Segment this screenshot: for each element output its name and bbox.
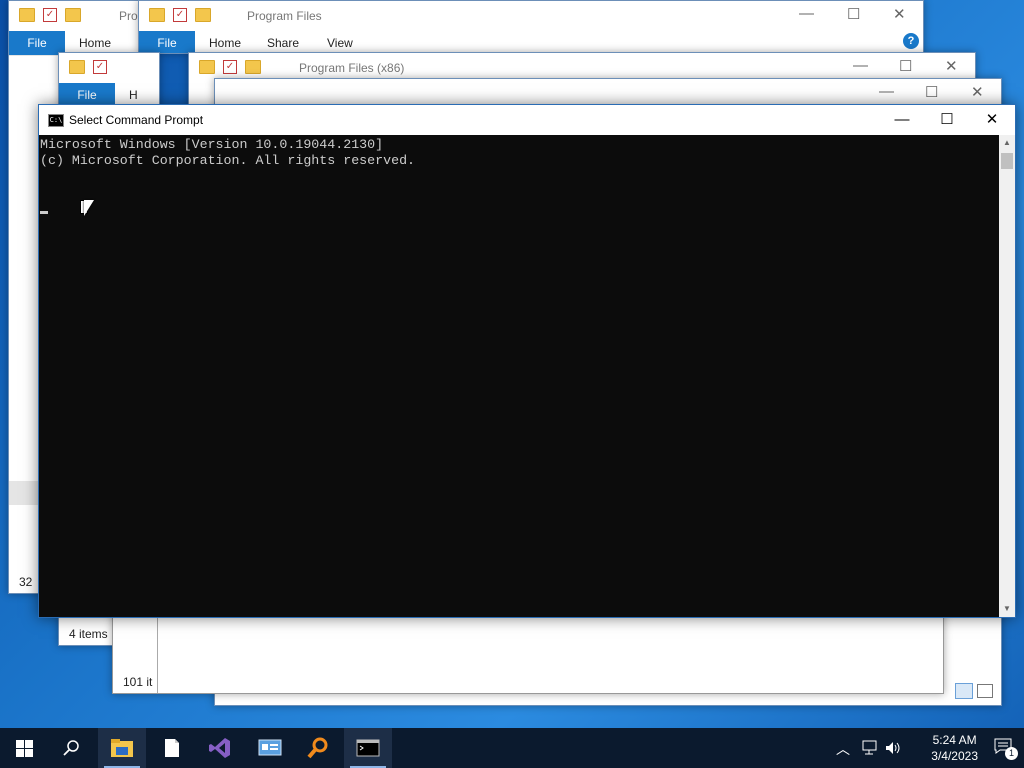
close-button[interactable]: ✕ — [969, 108, 1015, 132]
explorer-titlebar[interactable]: ✓ Pro — [9, 1, 139, 31]
close-button[interactable]: ✕ — [945, 57, 958, 75]
window-title: Program Files (x86) — [299, 61, 405, 75]
item-count: 32 — [19, 575, 33, 589]
chevron-up-icon[interactable]: ︿ — [836, 739, 850, 759]
close-button[interactable]: ✕ — [971, 83, 984, 101]
mouse-pointer — [84, 200, 94, 216]
desktop: ✓ Pro File Home 32 ✓ Program Files — ☐ ✕… — [0, 0, 1024, 728]
ribbon: File Home Share View ? — [139, 31, 923, 53]
properties-icon[interactable]: ✓ — [173, 8, 187, 22]
magnifier-icon — [307, 737, 328, 759]
explorer-titlebar[interactable]: ✓ — [59, 53, 159, 83]
taskbar-command-prompt[interactable] — [344, 728, 392, 768]
tab-home[interactable]: Home — [209, 36, 241, 50]
volume-icon[interactable] — [884, 740, 902, 756]
console-line: (c) Microsoft Corporation. All rights re… — [40, 153, 416, 168]
tab-home[interactable]: Home — [79, 36, 111, 50]
folder-icon — [19, 8, 35, 22]
taskbar-visual-studio[interactable] — [196, 728, 244, 768]
network-icon[interactable] — [860, 740, 878, 756]
clock[interactable]: 5:24 AM 3/4/2023 — [931, 732, 978, 764]
file-tab[interactable]: File — [9, 31, 65, 55]
command-prompt-icon — [356, 739, 380, 757]
taskbar-file-explorer[interactable] — [98, 728, 146, 768]
clock-time: 5:24 AM — [932, 733, 977, 747]
help-icon[interactable]: ? — [903, 33, 919, 49]
vertical-scrollbar[interactable]: ▲ ▼ — [999, 135, 1015, 617]
tab-share[interactable]: Share — [267, 36, 299, 50]
view-toggle[interactable] — [955, 683, 995, 699]
notification-center-button[interactable]: 1 — [994, 738, 1018, 760]
tab-home[interactable]: H — [129, 88, 138, 102]
new-folder-icon[interactable] — [245, 60, 261, 74]
scroll-down-arrow[interactable]: ▼ — [999, 601, 1015, 617]
large-icons-view-icon[interactable] — [977, 684, 993, 698]
notification-badge: 1 — [1005, 747, 1018, 760]
scroll-up-arrow[interactable]: ▲ — [999, 135, 1015, 151]
control-panel-icon — [258, 739, 282, 756]
system-tray: ︿ 5:24 AM 3/4/2023 1 — [824, 728, 1024, 768]
properties-icon[interactable]: ✓ — [93, 60, 107, 74]
file-tab[interactable]: File — [139, 31, 195, 53]
cmd-icon: C:\ — [48, 114, 64, 127]
taskbar-search-tool[interactable] — [294, 728, 342, 768]
folder-icon — [199, 60, 215, 74]
search-button[interactable] — [48, 728, 96, 768]
details-view-icon[interactable] — [955, 683, 973, 699]
folder-icon — [149, 8, 165, 22]
properties-icon[interactable]: ✓ — [43, 8, 57, 22]
taskbar: ︿ 5:24 AM 3/4/2023 1 — [0, 728, 1024, 768]
maximize-button[interactable]: ☐ — [925, 83, 938, 101]
scroll-thumb[interactable] — [1001, 153, 1013, 169]
explorer-titlebar[interactable]: ✓ Program Files — ☐ ✕ — [139, 1, 923, 31]
command-prompt-window[interactable]: C:\ Select Command Prompt — ☐ ✕ Microsof… — [38, 104, 1016, 618]
document-icon — [165, 739, 179, 757]
window-title: Program Files — [247, 9, 322, 23]
new-folder-icon[interactable] — [65, 8, 81, 22]
minimize-button[interactable]: — — [879, 83, 894, 100]
console-output[interactable]: Microsoft Windows [Version 10.0.19044.21… — [39, 135, 999, 617]
maximize-button[interactable]: ☐ — [899, 57, 912, 75]
cmd-titlebar[interactable]: C:\ Select Command Prompt — ☐ ✕ — [39, 105, 1015, 135]
clock-date: 3/4/2023 — [931, 749, 978, 763]
visual-studio-icon — [209, 738, 230, 758]
window-title: Select Command Prompt — [69, 113, 204, 127]
folder-icon — [69, 60, 85, 74]
close-button[interactable]: ✕ — [893, 5, 906, 23]
explorer-window-program-files[interactable]: ✓ Program Files — ☐ ✕ File Home Share Vi… — [138, 0, 924, 54]
minimize-button[interactable]: — — [853, 57, 868, 74]
maximize-button[interactable]: ☐ — [924, 108, 970, 132]
console-line: Microsoft Windows [Version 10.0.19044.21… — [40, 137, 384, 152]
item-count: 101 it — [123, 675, 153, 689]
file-explorer-icon — [111, 739, 133, 757]
tab-view[interactable]: View — [327, 36, 353, 50]
start-button[interactable] — [0, 728, 48, 768]
minimize-button[interactable]: — — [879, 108, 925, 132]
text-cursor — [40, 211, 48, 214]
taskbar-notepad[interactable] — [148, 728, 196, 768]
window-title: Pro — [119, 9, 138, 23]
search-icon — [63, 740, 79, 756]
taskbar-control-panel[interactable] — [246, 728, 294, 768]
minimize-button[interactable]: — — [799, 5, 814, 22]
new-folder-icon[interactable] — [195, 8, 211, 22]
windows-logo-icon — [15, 739, 33, 757]
item-count: 4 items — [69, 627, 108, 641]
properties-icon[interactable]: ✓ — [223, 60, 237, 74]
maximize-button[interactable]: ☐ — [847, 5, 860, 23]
